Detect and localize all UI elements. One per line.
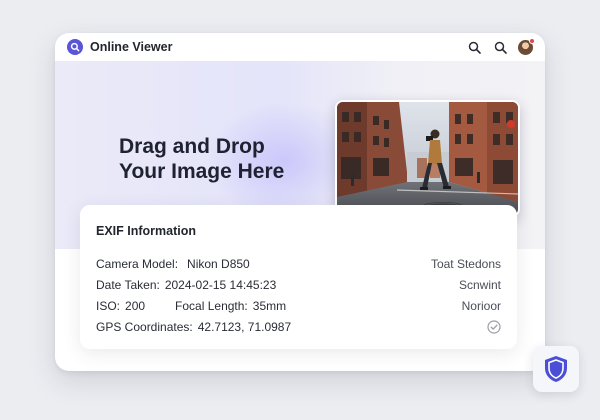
focal-length-label: Focal Length: [175, 299, 248, 313]
notification-badge [529, 37, 535, 44]
camera-model-value: Nikon D850 [187, 257, 250, 271]
title-bar: Online Viewer [55, 33, 545, 61]
search-icon[interactable] [492, 39, 508, 55]
user-avatar[interactable] [518, 37, 535, 55]
date-taken-extra: Scnwint [458, 278, 501, 292]
drop-text-line1: Drag and Drop [119, 135, 265, 158]
iso-row: ISO: 200 Focal Length: 35mm Norioor [96, 298, 501, 314]
search-icon[interactable] [466, 39, 482, 55]
image-preview[interactable] [335, 100, 520, 217]
app-title: Online Viewer [90, 40, 173, 54]
gps-value: 42.7123, 71.0987 [197, 320, 292, 334]
security-shield-button[interactable] [533, 346, 579, 392]
iso-value: 200 [125, 299, 146, 313]
iso-extra: Norioor [461, 299, 501, 313]
iso-label: ISO: [96, 299, 121, 313]
date-taken-row: Date Taken: 2024-02-15 14:45:23 Scnwint [96, 277, 501, 293]
camera-model-extra: Toat Stedons [430, 257, 501, 271]
exif-title: EXIF Information [96, 224, 196, 238]
shield-icon [545, 356, 567, 382]
date-taken-value: 2024-02-15 14:45:23 [164, 278, 277, 292]
date-taken-label: Date Taken: [96, 278, 160, 292]
gps-row: GPS Coordinates: 42.7123, 71.0987 [96, 319, 501, 335]
drop-text-line2: Your Image Here [119, 160, 285, 183]
camera-model-label: Camera Model: [96, 257, 179, 271]
check-circle-icon[interactable] [487, 320, 501, 334]
exif-card: EXIF Information Camera Model: Nikon D85… [80, 205, 517, 349]
viewer-logo-icon [67, 39, 83, 55]
gps-label: GPS Coordinates: [96, 320, 193, 334]
viewer-window: Online Viewer Drag and Drop Your Image H… [55, 33, 545, 371]
focal-length-value: 35mm [252, 299, 287, 313]
toolbar-actions [466, 37, 535, 55]
drop-zone-text[interactable]: Drag and Drop Your Image Here [119, 134, 309, 184]
camera-model-row: Camera Model: Nikon D850 Toat Stedons [96, 256, 501, 272]
